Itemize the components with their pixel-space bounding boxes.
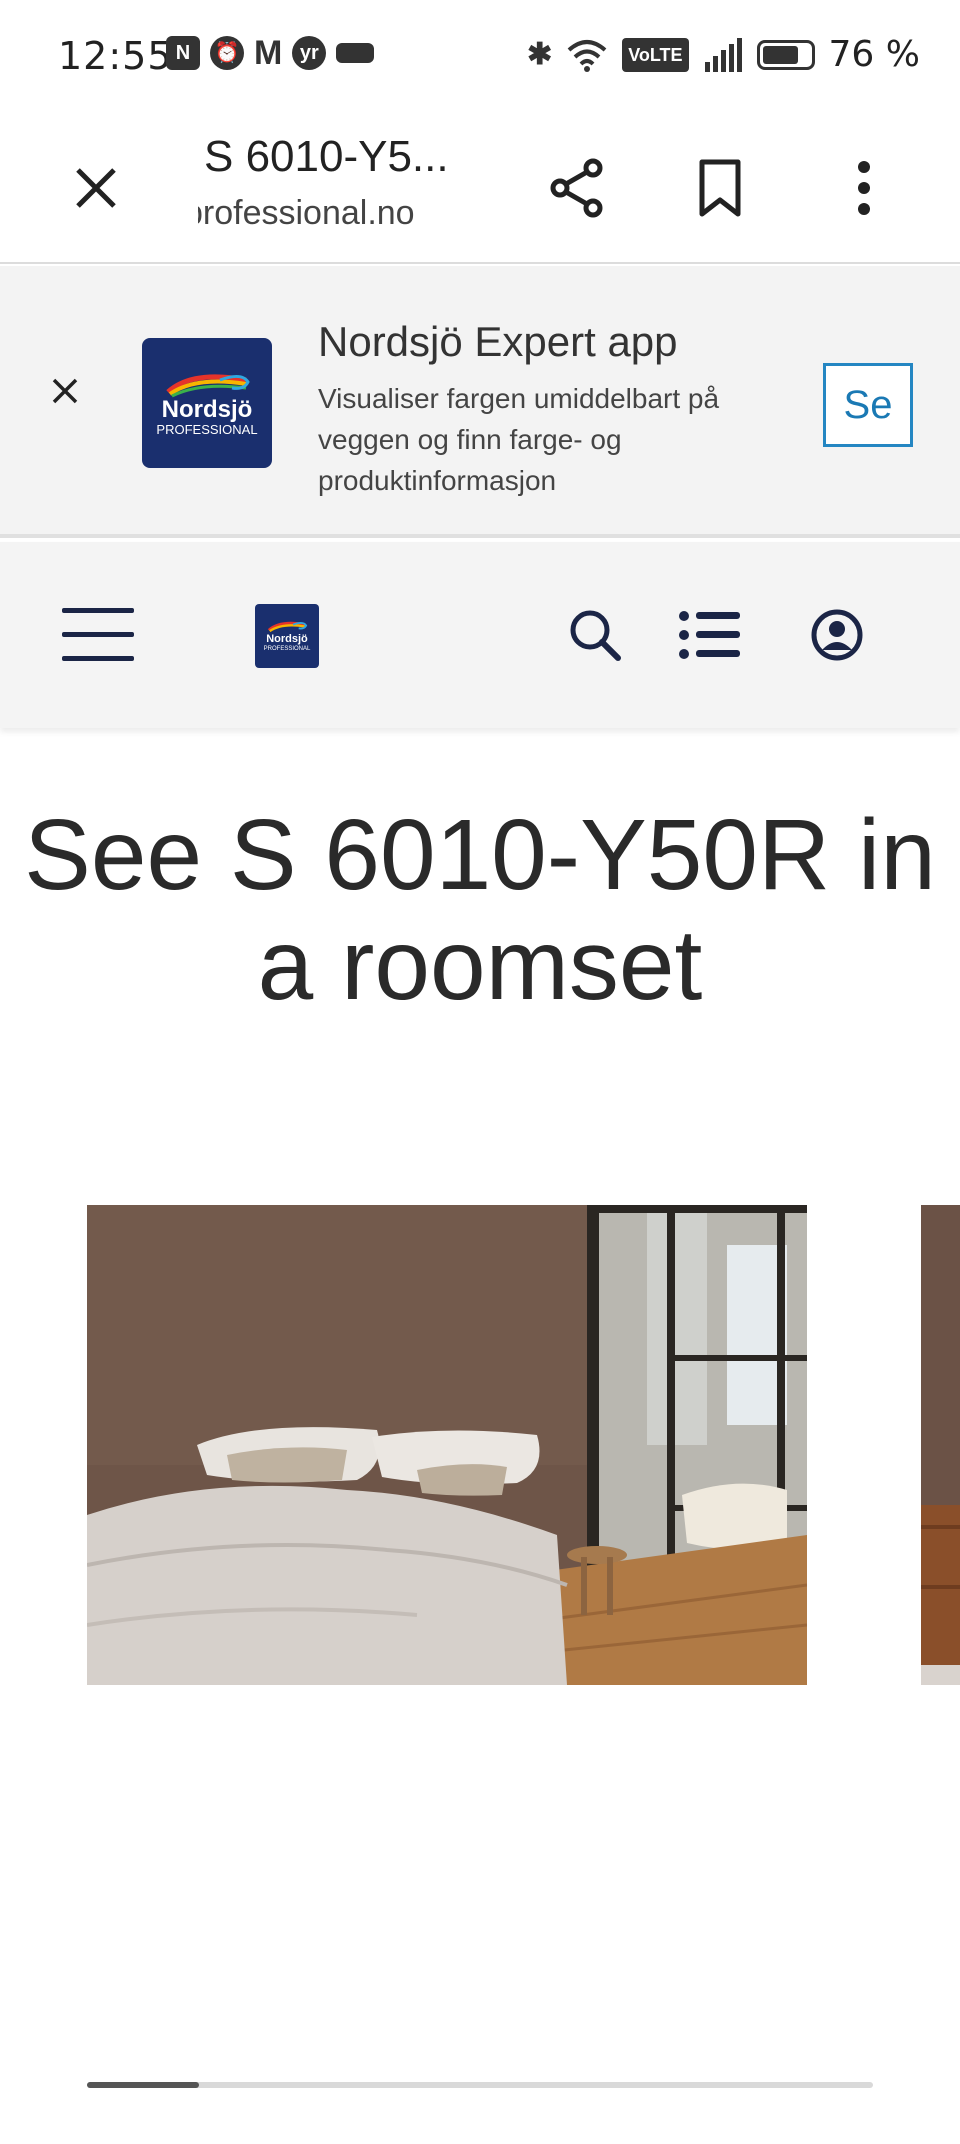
dismiss-banner-button[interactable] bbox=[40, 366, 90, 416]
search-icon bbox=[570, 610, 621, 661]
color-list-button[interactable] bbox=[675, 600, 745, 670]
page-title: S 6010-Y5... bbox=[204, 132, 449, 181]
nfc-icon: N bbox=[166, 36, 200, 70]
status-time: 12:55 bbox=[58, 34, 173, 78]
list-icon bbox=[679, 611, 740, 659]
roomset-carousel[interactable] bbox=[0, 1205, 960, 1685]
close-icon bbox=[52, 378, 78, 404]
hamburger-menu-button[interactable] bbox=[58, 602, 138, 666]
menu-line bbox=[62, 656, 134, 661]
app-logo-name: Nordsjö bbox=[161, 396, 253, 423]
bedroom-roomset-image bbox=[87, 1205, 807, 1685]
open-app-button[interactable]: Se bbox=[823, 363, 913, 447]
wifi-icon bbox=[567, 39, 607, 72]
battery-icon bbox=[756, 39, 815, 70]
share-button[interactable] bbox=[533, 144, 621, 232]
app-logo: Nordsjö PROFESSIONAL bbox=[142, 338, 272, 468]
notification-icon bbox=[336, 43, 375, 63]
page: 12:55 N ⏰ M yr ✱ VoLTE 76 % S 6010-Y5...… bbox=[0, 0, 960, 2144]
rainbow-swirl-icon bbox=[166, 374, 250, 398]
bluetooth-icon: ✱ bbox=[527, 37, 553, 71]
status-right-icons: ✱ VoLTE 76 % bbox=[527, 34, 920, 75]
share-icon bbox=[550, 158, 603, 218]
status-left-icons: N ⏰ M yr bbox=[166, 34, 375, 72]
bookmark-icon bbox=[699, 159, 741, 217]
page-url-text: professional.no bbox=[198, 194, 415, 232]
search-button[interactable] bbox=[560, 600, 630, 670]
battery-percent: 76 % bbox=[828, 34, 920, 75]
volte-icon: VoLTE bbox=[622, 37, 689, 72]
bookmark-button[interactable] bbox=[676, 144, 764, 232]
app-logo-sub: PROFESSIONAL bbox=[156, 422, 258, 437]
page-url[interactable]: professional.no bbox=[198, 194, 418, 233]
carousel-scroll-thumb[interactable] bbox=[87, 2082, 199, 2088]
alarm-icon: ⏰ bbox=[210, 36, 244, 70]
status-bar: 12:55 N ⏰ M yr ✱ VoLTE 76 % bbox=[0, 0, 960, 110]
signal-icon bbox=[704, 37, 742, 72]
second-roomset-image bbox=[921, 1205, 960, 1685]
menu-line bbox=[62, 608, 134, 613]
account-button[interactable] bbox=[802, 600, 872, 670]
roomset-heading: See S 6010-Y50R in a roomset bbox=[24, 799, 936, 1021]
rainbow-swirl-icon bbox=[267, 621, 308, 633]
roomset-image-bedroom[interactable] bbox=[87, 1205, 807, 1685]
site-logo[interactable]: Nordsjö PROFESSIONAL bbox=[255, 604, 319, 668]
app-banner: Nordsjö PROFESSIONAL Nordsjö Expert app … bbox=[0, 266, 960, 538]
more-vertical-icon bbox=[858, 161, 870, 215]
app-banner-title: Nordsjö Expert app bbox=[318, 318, 678, 365]
roomset-image-second[interactable] bbox=[921, 1205, 960, 1685]
more-options-button[interactable] bbox=[820, 144, 908, 232]
gmail-icon: M bbox=[254, 34, 283, 72]
close-tab-button[interactable] bbox=[52, 144, 140, 232]
menu-line bbox=[62, 632, 134, 637]
browser-toolbar: S 6010-Y5... professional.no bbox=[0, 110, 960, 264]
site-logo-name: Nordsjö bbox=[266, 633, 308, 645]
yr-icon: yr bbox=[292, 36, 327, 70]
site-header: Nordsjö PROFESSIONAL bbox=[0, 542, 960, 728]
user-account-icon bbox=[811, 609, 863, 661]
close-icon bbox=[76, 168, 116, 208]
carousel-scroll-indicator[interactable] bbox=[87, 2082, 873, 2088]
site-logo-sub: PROFESSIONAL bbox=[263, 646, 311, 652]
app-banner-description: Visualiser fargen umiddelbart på veggen … bbox=[318, 383, 720, 496]
